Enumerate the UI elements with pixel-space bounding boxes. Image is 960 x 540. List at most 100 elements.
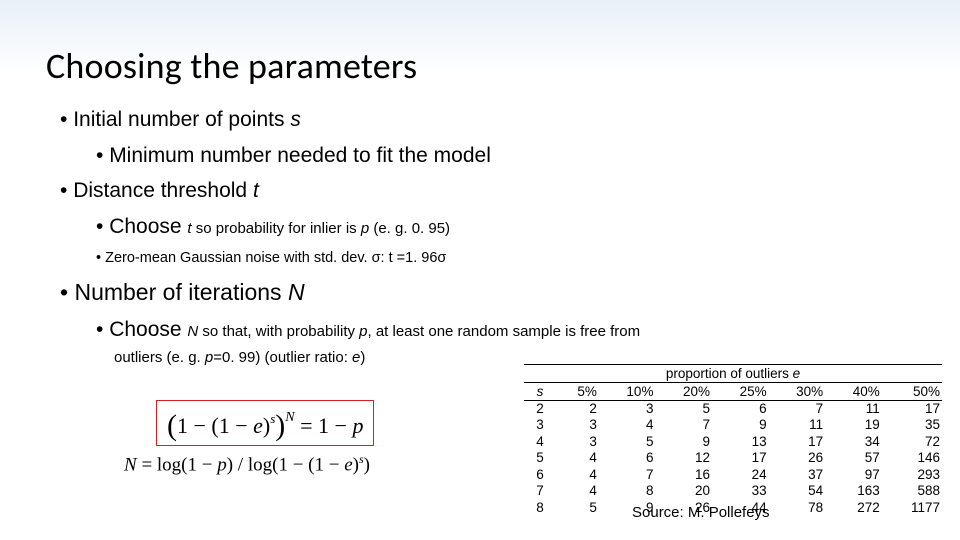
table-cell: 72 — [882, 434, 942, 450]
text: = log(1 − — [137, 454, 218, 475]
text: (e. g. 0. 95) — [373, 220, 450, 237]
var-p: p — [352, 413, 363, 438]
table-cell: 5 — [556, 500, 599, 516]
table-cell: 9 — [712, 417, 769, 433]
var-s: s — [290, 108, 301, 131]
table-cell: 3 — [556, 417, 599, 433]
table-cell: 2 — [524, 401, 556, 418]
bullet-2: Distance threshold t — [60, 177, 920, 205]
table-cell: 24 — [712, 467, 769, 483]
var-e: e — [793, 366, 801, 381]
table-cell: 7 — [599, 467, 656, 483]
var-p: p — [361, 220, 374, 237]
var-N: N — [187, 323, 202, 340]
table-cell: 588 — [882, 483, 942, 499]
table-cell: 17 — [882, 401, 942, 418]
table-header-cell: 25% — [712, 383, 769, 401]
table-cell: 19 — [825, 417, 882, 433]
table-cell: 4 — [524, 434, 556, 450]
table-row: 2235671117 — [524, 401, 942, 418]
iterations-table-wrap: proportion of outliers e s5%10%20%25%30%… — [524, 364, 942, 516]
table-cell: 7 — [769, 401, 826, 418]
table-cell: 4 — [556, 483, 599, 499]
bullet-1-sub: Minimum number needed to fit the model — [96, 142, 920, 170]
table-cell: 17 — [712, 450, 769, 466]
table-cell: 78 — [769, 500, 826, 516]
table-cell: 293 — [882, 467, 942, 483]
table-cell: 9 — [655, 434, 712, 450]
table-cell: 6 — [599, 450, 656, 466]
text: = 1 − — [295, 413, 353, 438]
var-e: e — [253, 413, 263, 438]
table-cell: 6 — [712, 401, 769, 418]
table-cell: 8 — [524, 500, 556, 516]
table-header-cell: 50% — [882, 383, 942, 401]
table-cell: 146 — [882, 450, 942, 466]
table-cell: 11 — [769, 417, 826, 433]
text: ) — [360, 349, 365, 366]
table-cell: 12 — [655, 450, 712, 466]
var-p: p — [217, 454, 227, 475]
text: Distance threshold — [73, 179, 253, 202]
slide-title: Choosing the parameters — [46, 44, 417, 88]
text: so probability for inlier is — [196, 220, 361, 237]
table-header-cell: 30% — [769, 383, 826, 401]
table-cell: 4 — [556, 450, 599, 466]
table-cell: 6 — [524, 467, 556, 483]
var-N: N — [124, 454, 137, 475]
lparen: ( — [167, 409, 177, 442]
table-header-cell: 10% — [599, 383, 656, 401]
table-cell: 8 — [599, 483, 656, 499]
text: Initial number of points — [73, 108, 290, 131]
text: proportion of outliers — [666, 366, 793, 381]
table-cell: 7 — [655, 417, 712, 433]
table-row: 748203354163588 — [524, 483, 942, 499]
table-header-cell: 40% — [825, 383, 882, 401]
table-header-cell: s — [524, 383, 556, 401]
formula-box: (1 − (1 − e)s)N = 1 − p — [156, 400, 374, 446]
table-cell: 17 — [769, 434, 826, 450]
source-credit: Source: M. Pollefeys — [632, 504, 770, 521]
bullet-list: Initial number of points s Minimum numbe… — [60, 100, 920, 369]
table-cell: 97 — [825, 467, 882, 483]
table-cell: 3 — [524, 417, 556, 433]
table-cell: 3 — [556, 434, 599, 450]
table-cell: 4 — [556, 467, 599, 483]
table-body: 2235671117334791119354359131734725461217… — [524, 401, 942, 517]
rparen-outer: ) — [275, 409, 285, 442]
table-cell: 13 — [712, 434, 769, 450]
table-cell: 26 — [769, 450, 826, 466]
table-cell: 163 — [825, 483, 882, 499]
text: 1. 96σ — [405, 250, 446, 266]
table-cell: 5 — [655, 401, 712, 418]
text: outliers (e. g. — [114, 349, 205, 366]
table-header-cell: 20% — [655, 383, 712, 401]
text: Choose — [109, 318, 187, 341]
table-cell: 5 — [524, 450, 556, 466]
bullet-3-sub: Choose N so that, with probability p, at… — [96, 316, 920, 344]
var-N: N — [288, 279, 305, 305]
table-cell: 34 — [825, 434, 882, 450]
bullet-1: Initial number of points s — [60, 106, 920, 134]
table-cell: 4 — [599, 417, 656, 433]
table-cell: 20 — [655, 483, 712, 499]
text: ) / log(1 − (1 − — [227, 454, 344, 475]
table-header-cell: 5% — [556, 383, 599, 401]
var-e: e — [344, 454, 352, 475]
text: , at least one random sample is free fro… — [368, 323, 641, 340]
text: so that, with probability — [202, 323, 359, 340]
var-t: t — [253, 179, 259, 202]
text: Zero-mean Gaussian noise with std. dev. … — [105, 250, 405, 266]
table-cell: 35 — [882, 417, 942, 433]
table-cell: 2 — [556, 401, 599, 418]
table-cell: 5 — [599, 434, 656, 450]
table-row: 33479111935 — [524, 417, 942, 433]
var-p: p — [205, 349, 213, 366]
table-cell: 54 — [769, 483, 826, 499]
iterations-table: s5%10%20%25%30%40%50% 223567111733479111… — [524, 382, 942, 516]
var-p: p — [359, 323, 367, 340]
text: ) — [364, 454, 370, 475]
table-cell: 3 — [599, 401, 656, 418]
table-cell: 1177 — [882, 500, 942, 516]
table-cell: 11 — [825, 401, 882, 418]
